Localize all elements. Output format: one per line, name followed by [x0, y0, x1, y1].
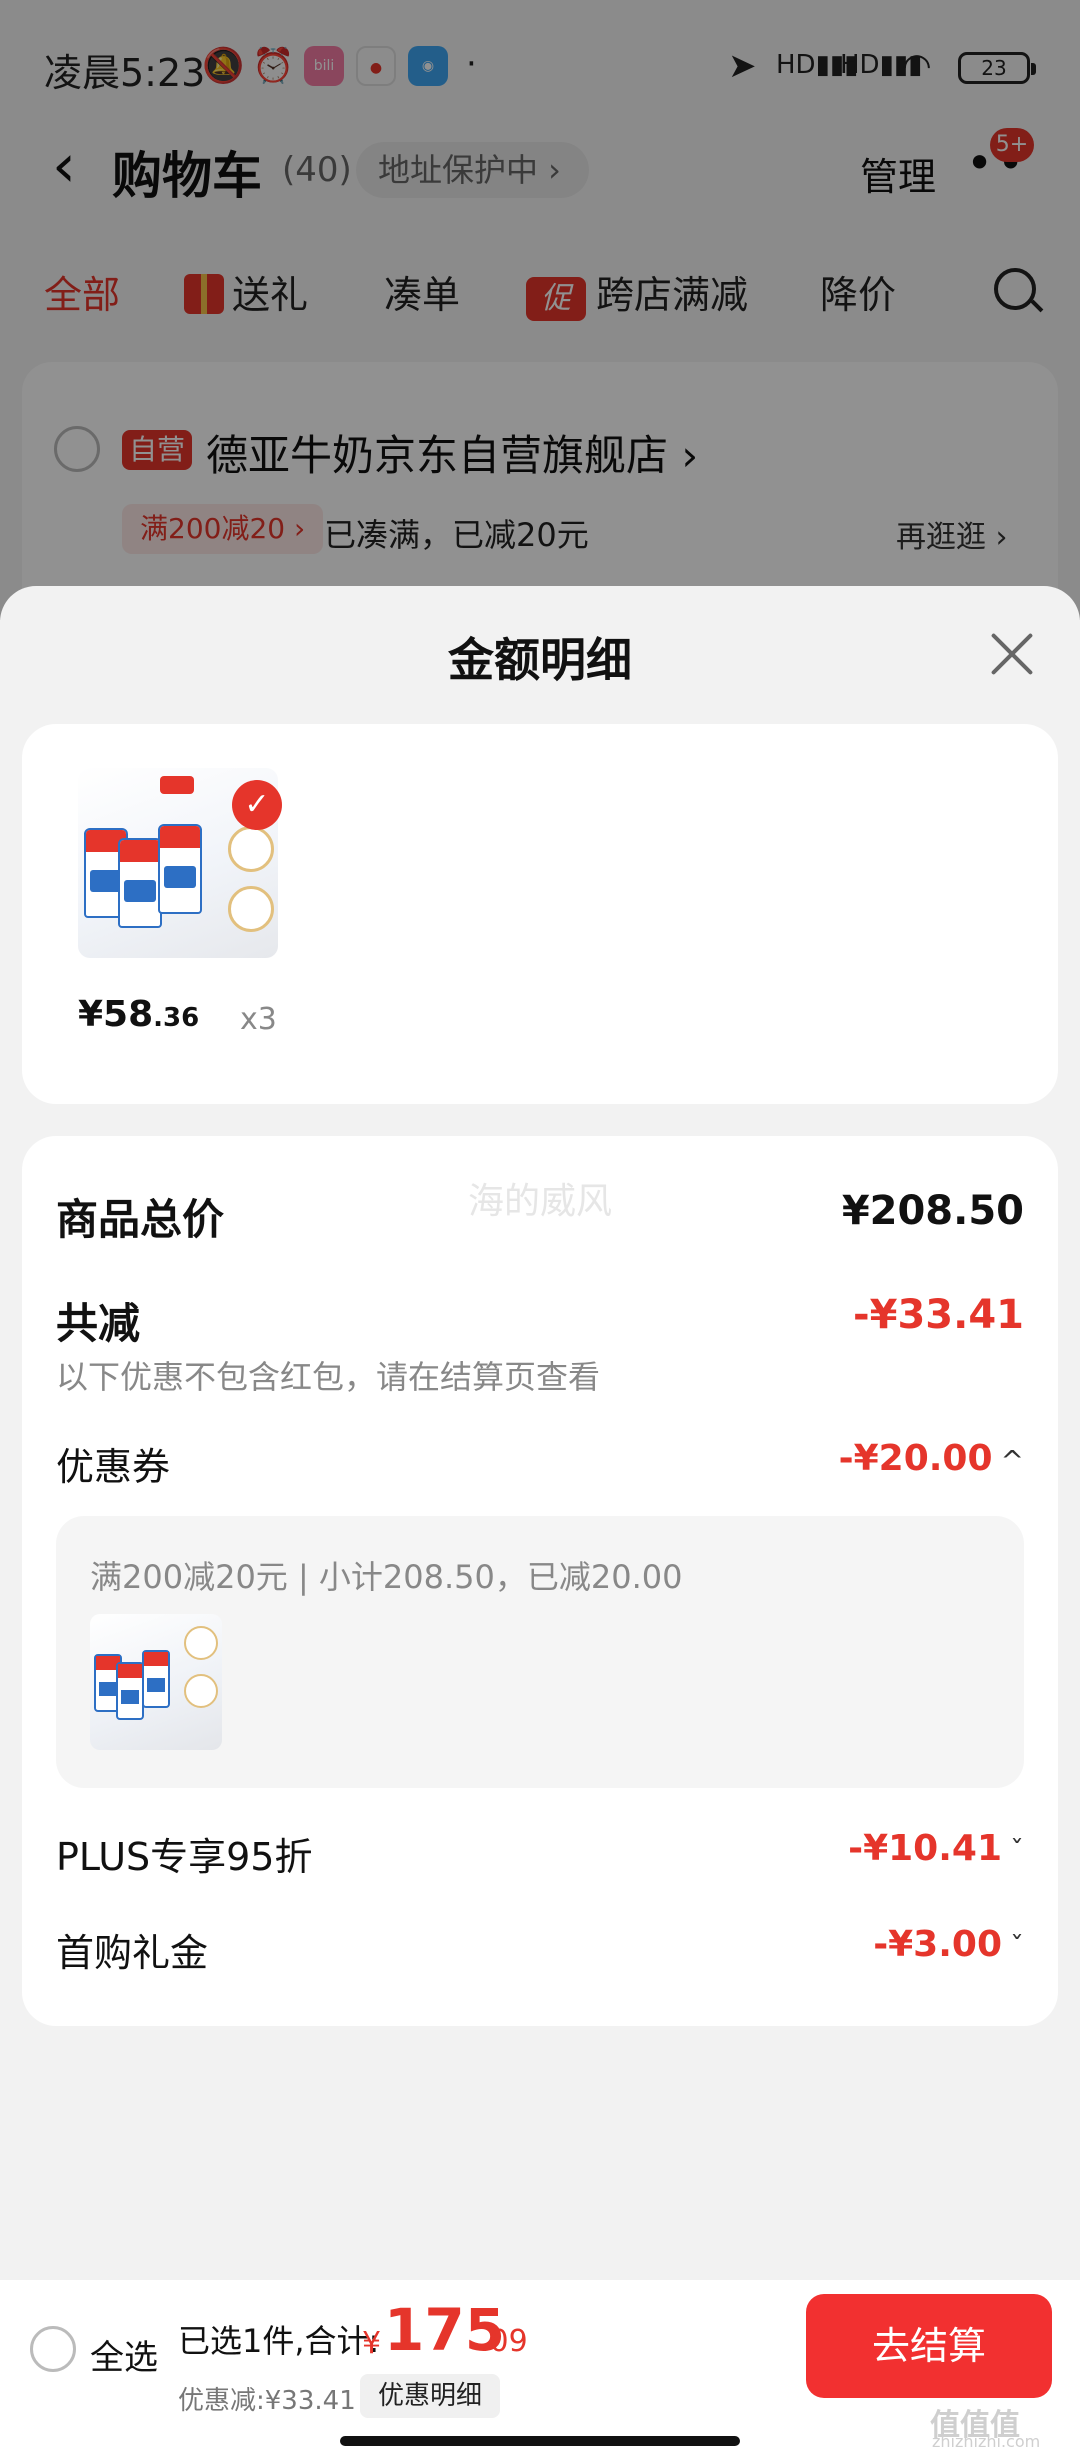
- chevron-down-icon: ˇ: [1010, 1834, 1024, 1867]
- product-price-dec: .36: [153, 1003, 200, 1033]
- first-purchase-label: 首购礼金: [56, 1931, 209, 1975]
- coupon-product-thumbnail: [90, 1614, 222, 1750]
- discount-note: 以下优惠不包含红包，请在结算页查看: [56, 1358, 601, 1396]
- amount-detail-card: 海的威风 商品总价 ¥208.50 共减 -¥33.41 以下优惠不包含红包，请…: [22, 1136, 1058, 2026]
- site-url-watermark: zhizhizhi.com: [932, 2432, 1041, 2451]
- product-card: ✓ ¥58.36 x3: [22, 724, 1058, 1104]
- product-qty: x3: [240, 1002, 277, 1037]
- first-purchase-value: -¥3.00: [873, 1924, 1002, 1965]
- saved-amount: 优惠减:¥33.41: [178, 2386, 356, 2416]
- coupon-value: -¥20.00: [838, 1438, 993, 1479]
- coupon-row[interactable]: -¥20.00 ^: [839, 1438, 1024, 1479]
- plus-discount-row[interactable]: -¥10.41 ˇ: [848, 1828, 1024, 1869]
- plus-discount-value: -¥10.41: [848, 1828, 1002, 1869]
- discount-label: 共减: [56, 1299, 141, 1348]
- select-all-label[interactable]: 全选: [90, 2330, 158, 2379]
- checkout-button[interactable]: 去结算: [806, 2294, 1052, 2398]
- discount-value: -¥33.41: [853, 1292, 1024, 1338]
- selected-check-icon: ✓: [232, 780, 282, 830]
- discount-detail-button[interactable]: 优惠明细: [360, 2374, 501, 2418]
- goods-total-value: ¥208.50: [841, 1188, 1024, 1234]
- sum-decimal: .09: [480, 2324, 528, 2359]
- sum-label: 已选1件,合计:: [178, 2322, 380, 2360]
- plus-discount-label: PLUS专享95折: [56, 1835, 313, 1879]
- sum-currency: ¥: [362, 2326, 382, 2361]
- chevron-down-icon-2: ˇ: [1010, 1930, 1024, 1963]
- amount-detail-sheet: 金额明细 ✓ ¥58.36 x3 海的威风 商品总价 ¥208.50 共减 -¥…: [0, 586, 1080, 2460]
- first-purchase-row[interactable]: -¥3.00 ˇ: [873, 1924, 1024, 1965]
- product-price: ¥58.36: [78, 994, 199, 1035]
- coupon-detail-text: 满200减20元 | 小计208.50，已减20.00: [90, 1558, 683, 1596]
- select-all-radio[interactable]: [30, 2326, 76, 2372]
- coupon-label: 优惠券: [56, 1445, 171, 1489]
- goods-total-label: 商品总价: [56, 1195, 225, 1244]
- checkout-bar: 全选 已选1件,合计: ¥ 175 .09 优惠减:¥33.41 优惠明细 去结…: [0, 2280, 1080, 2460]
- overlay-dim[interactable]: [0, 0, 1080, 620]
- chevron-up-icon: ^: [1000, 1444, 1024, 1477]
- sheet-title: 金额明细: [448, 633, 632, 687]
- coupon-detail-box: 满200减20元 | 小计208.50，已减20.00: [56, 1516, 1024, 1788]
- home-indicator[interactable]: [340, 2436, 740, 2446]
- close-icon[interactable]: [988, 630, 1036, 678]
- product-price-int: ¥58: [78, 994, 154, 1035]
